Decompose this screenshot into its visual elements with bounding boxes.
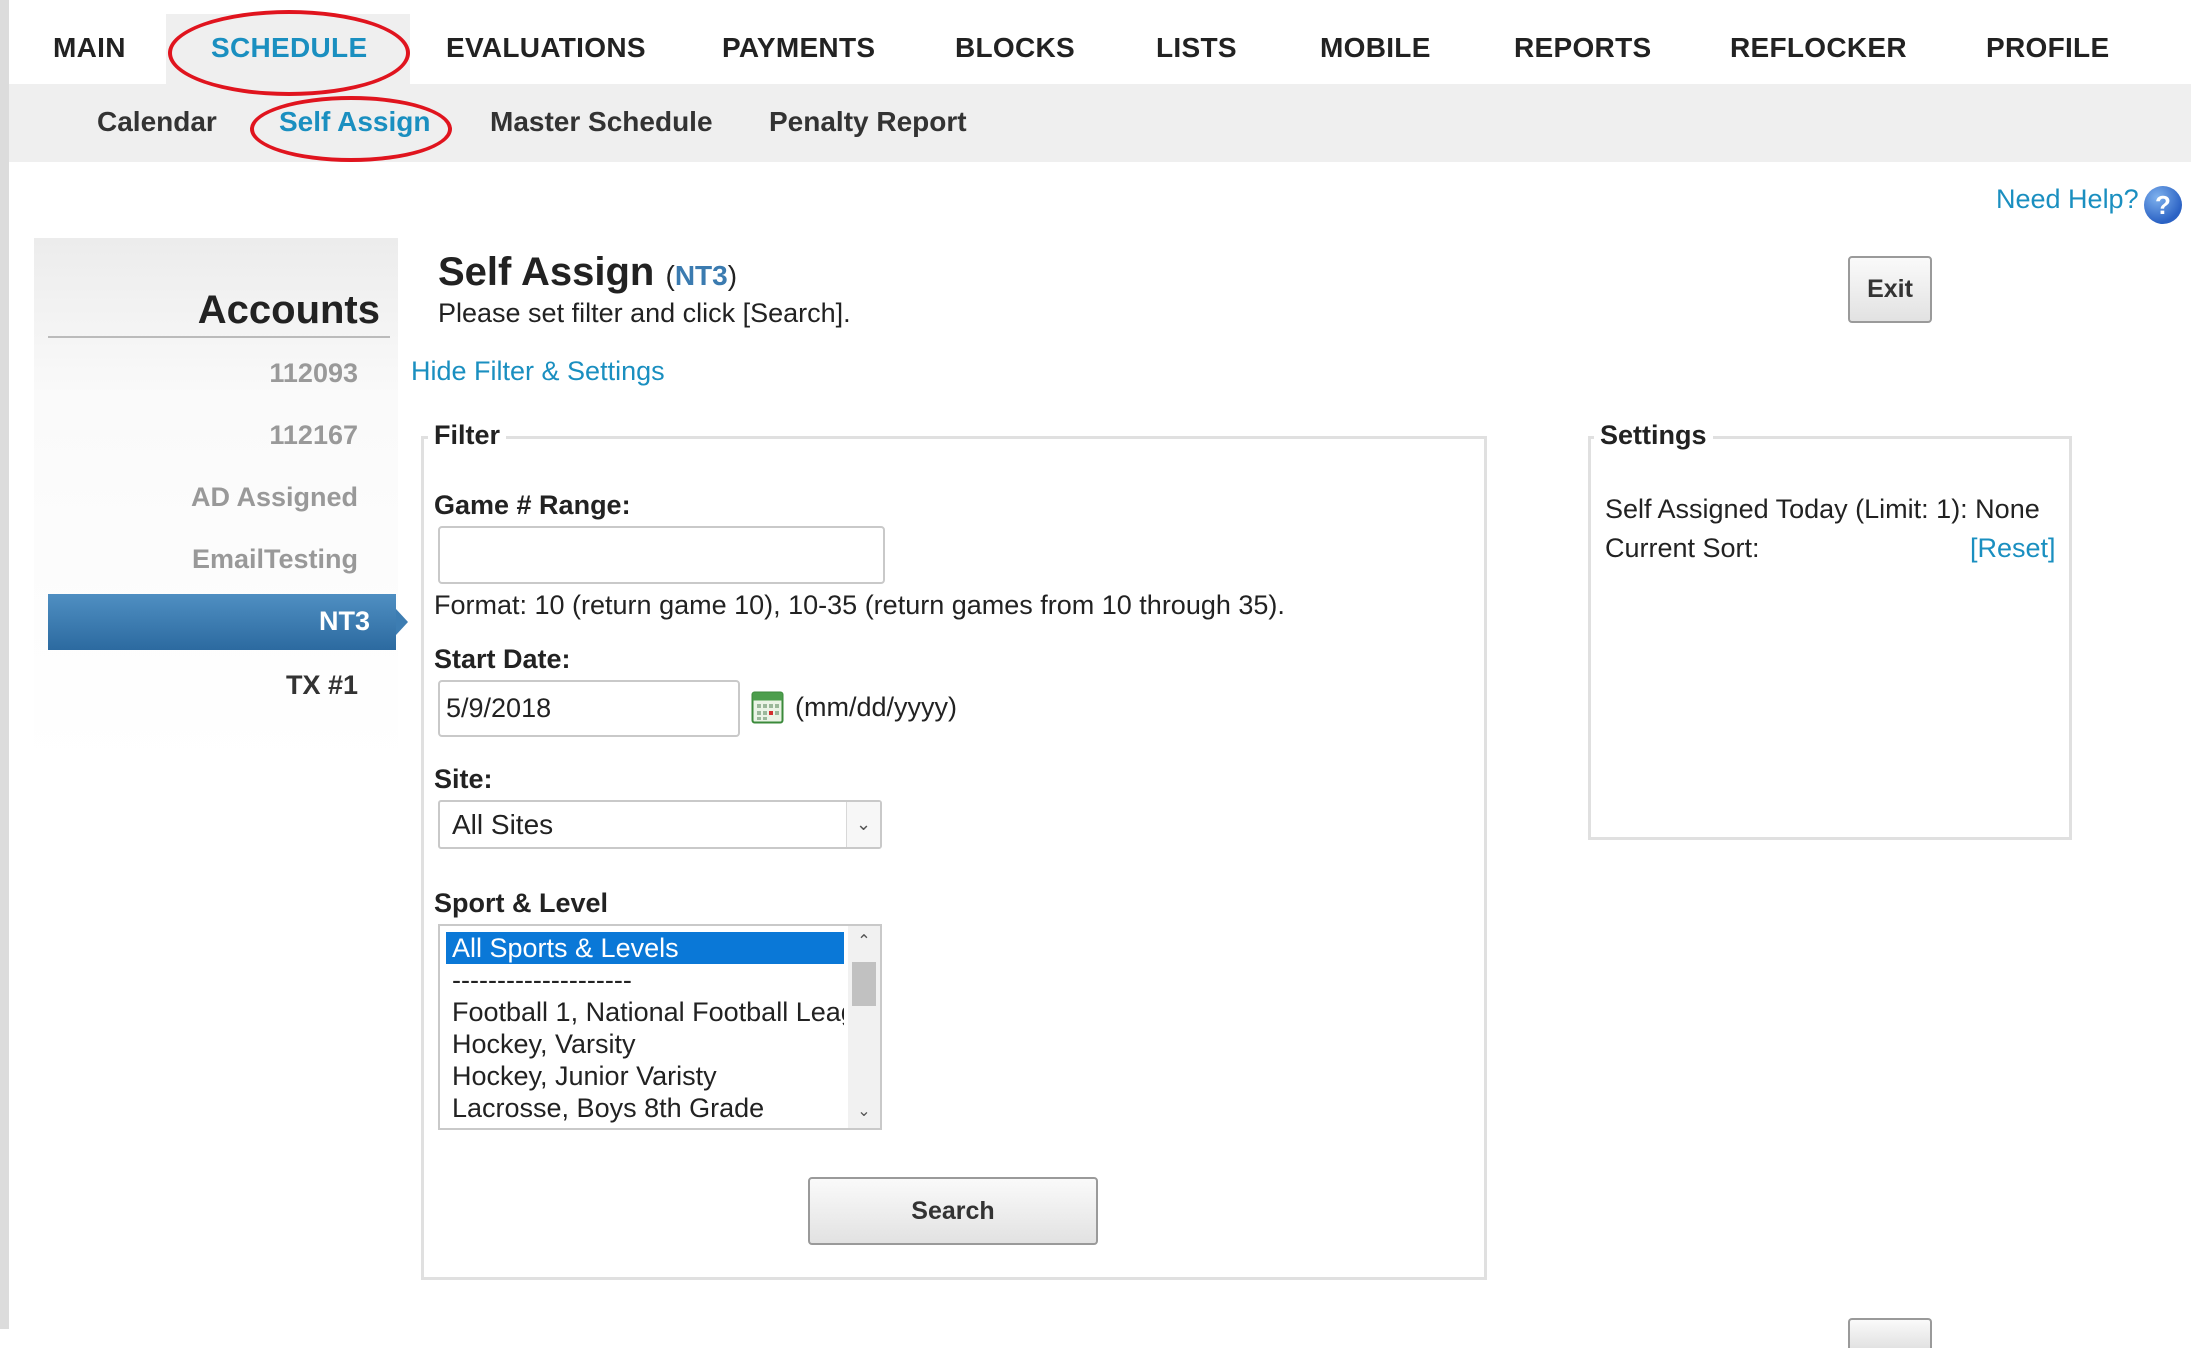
accounts-title: Accounts xyxy=(197,288,380,332)
nav-lists[interactable]: LISTS xyxy=(1156,32,1237,64)
self-assigned-today: Self Assigned Today (Limit: 1): None xyxy=(1605,494,2040,524)
account-item[interactable]: AD Assigned xyxy=(191,482,358,513)
start-date-format: (mm/dd/yyyy) xyxy=(795,692,957,722)
game-range-input[interactable] xyxy=(438,526,885,584)
calendar-icon[interactable] xyxy=(751,689,784,724)
subnav-penalty-report[interactable]: Penalty Report xyxy=(769,106,967,138)
account-item[interactable]: 112167 xyxy=(269,420,358,451)
account-item[interactable]: EmailTesting xyxy=(192,544,358,575)
scroll-down-icon[interactable]: ⌄ xyxy=(848,1098,880,1126)
account-item[interactable]: 112093 xyxy=(269,358,358,389)
scroll-up-icon[interactable]: ⌃ xyxy=(848,928,880,956)
settings-legend: Settings xyxy=(1594,420,1713,451)
sport-option[interactable]: Football 1, National Football League xyxy=(446,996,844,1028)
page-left-border xyxy=(0,0,9,1329)
subnav-master-schedule[interactable]: Master Schedule xyxy=(490,106,713,138)
nav-mobile[interactable]: MOBILE xyxy=(1320,32,1431,64)
sport-option[interactable]: Hockey, Varsity xyxy=(446,1028,844,1060)
sport-level-listbox[interactable]: All Sports & Levels --------------------… xyxy=(438,924,882,1130)
help-icon[interactable]: ? xyxy=(2144,186,2182,224)
sport-option[interactable]: -------------------- xyxy=(446,964,844,996)
nav-reflocker[interactable]: REFLOCKER xyxy=(1730,32,1907,64)
site-select[interactable]: All Sites ⌄ xyxy=(438,800,882,849)
subnav-calendar[interactable]: Calendar xyxy=(97,106,217,138)
paren-close: ) xyxy=(727,260,738,291)
game-range-format: Format: 10 (return game 10), 10-35 (retu… xyxy=(434,590,1285,620)
scrollbar-thumb[interactable] xyxy=(852,962,876,1006)
page-title-text: Self Assign xyxy=(438,250,655,294)
chevron-down-icon: ⌄ xyxy=(846,802,880,847)
sport-level-label: Sport & Level xyxy=(434,888,609,918)
start-date-input[interactable] xyxy=(438,680,740,737)
nav-evaluations[interactable]: EVALUATIONS xyxy=(446,32,646,64)
reset-sort-link[interactable]: [Reset] xyxy=(1970,533,2056,564)
game-range-label: Game # Range: xyxy=(434,490,631,520)
search-button[interactable]: Search xyxy=(808,1177,1098,1245)
listbox-scrollbar[interactable]: ⌃ ⌄ xyxy=(848,926,880,1128)
site-select-value: All Sites xyxy=(452,809,554,840)
nav-main[interactable]: MAIN xyxy=(53,32,126,64)
sub-navigation: Calendar Self Assign Master Schedule Pen… xyxy=(9,84,2191,162)
account-item-label: NT3 xyxy=(318,606,370,636)
paren-open: ( xyxy=(665,260,675,291)
top-navigation: MAIN SCHEDULE EVALUATIONS PAYMENTS BLOCK… xyxy=(9,0,2191,84)
accounts-sidebar: Accounts 112093 112167 AD Assigned Email… xyxy=(34,238,408,768)
nav-blocks[interactable]: BLOCKS xyxy=(955,32,1075,64)
account-item-active[interactable]: NT3 xyxy=(48,594,408,650)
subnav-self-assign[interactable]: Self Assign xyxy=(279,106,430,138)
sport-option[interactable]: Lacrosse, Boys 8th Grade xyxy=(446,1092,844,1124)
page-subtitle: Please set filter and click [Search]. xyxy=(438,298,851,328)
page-title: Self Assign (NT3) xyxy=(438,250,737,295)
nav-payments[interactable]: PAYMENTS xyxy=(722,32,875,64)
nav-reports[interactable]: REPORTS xyxy=(1514,32,1651,64)
exit-button[interactable]: Exit xyxy=(1848,256,1932,323)
nav-profile[interactable]: PROFILE xyxy=(1986,32,2109,64)
account-code: NT3 xyxy=(674,260,728,291)
filter-legend: Filter xyxy=(428,420,507,451)
bottom-button-partial[interactable] xyxy=(1848,1318,1932,1348)
current-sort-label: Current Sort: xyxy=(1605,533,1760,563)
account-item[interactable]: TX #1 xyxy=(286,670,358,701)
sport-option[interactable]: All Sports & Levels xyxy=(446,932,844,964)
start-date-label: Start Date: xyxy=(434,644,571,674)
site-label: Site: xyxy=(434,764,493,794)
hide-filter-settings-link[interactable]: Hide Filter & Settings xyxy=(411,356,665,387)
sport-option[interactable]: Hockey, Junior Varisty xyxy=(446,1060,844,1092)
need-help-link[interactable]: Need Help? xyxy=(1996,184,2139,215)
sidebar-divider xyxy=(48,336,390,338)
nav-schedule[interactable]: SCHEDULE xyxy=(211,32,367,64)
